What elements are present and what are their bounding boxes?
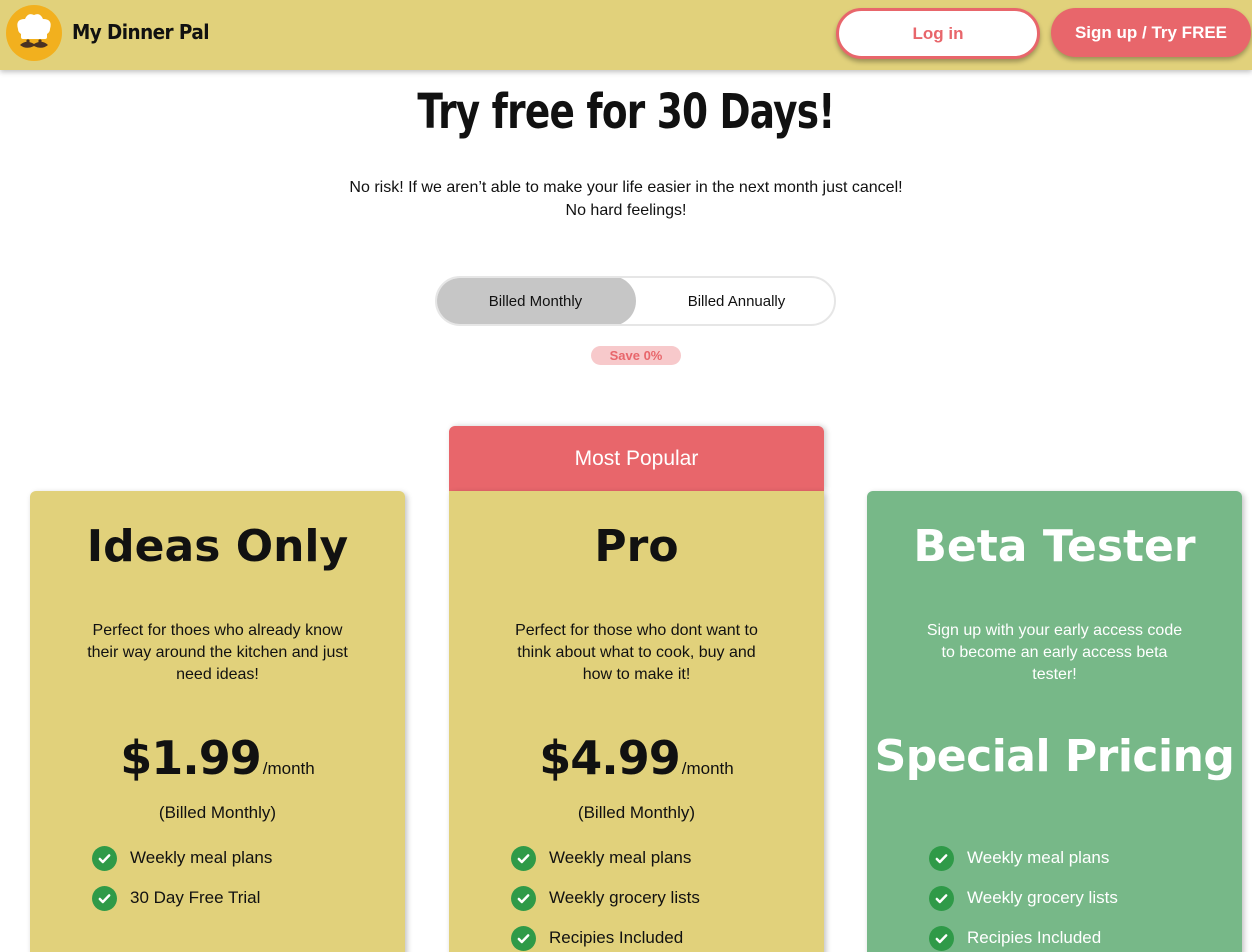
billing-toggle[interactable]: Billed Monthly Billed Annually <box>435 276 836 326</box>
hero-subtitle-line-1: No risk! If we aren’t able to make your … <box>349 179 903 196</box>
billed-monthly-option[interactable]: Billed Monthly <box>437 278 636 324</box>
chef-logo-icon[interactable] <box>6 5 62 61</box>
login-button[interactable]: Log in <box>836 8 1040 59</box>
plan-name: Beta Tester <box>913 521 1196 572</box>
feature-item: Weekly meal plans <box>511 838 700 878</box>
save-badge: Save 0% <box>591 346 681 365</box>
checkmark-icon <box>511 885 536 911</box>
checkmark-icon <box>511 925 536 951</box>
feature-list: Weekly meal plans 30 Day Free Trial <box>92 838 272 918</box>
feature-label: Weekly grocery lists <box>549 888 700 907</box>
checkmark-icon <box>92 845 117 871</box>
plan-price: $1.99 <box>120 731 262 785</box>
feature-label: Weekly meal plans <box>967 848 1110 867</box>
most-popular-banner: Most Popular <box>449 426 824 491</box>
plan-description: Perfect for thoes who already know their… <box>87 622 348 683</box>
billing-note: (Billed Monthly) <box>577 803 696 822</box>
feature-label: Recipies Included <box>967 928 1102 947</box>
feature-label: Weekly meal plans <box>549 848 692 867</box>
feature-item: Weekly meal plans <box>929 838 1118 878</box>
checkmark-icon <box>929 845 954 871</box>
plan-description: Perfect for those who dont want to think… <box>515 622 758 683</box>
feature-label: Weekly meal plans <box>130 848 273 867</box>
feature-label: Weekly grocery lists <box>967 888 1118 907</box>
hero-subtitle-line-2: No hard feelings! <box>565 202 687 219</box>
plan-card-ideas-only: Ideas Only Perfect for thoes who already… <box>30 491 405 952</box>
feature-list: Weekly meal plans Weekly grocery lists R… <box>929 838 1118 952</box>
top-nav: My Dinner Pal Log in Sign up / Try FREE <box>0 0 1252 70</box>
feature-item: Weekly meal plans <box>92 838 272 878</box>
brand-name[interactable]: My Dinner Pal <box>72 20 210 44</box>
price-period: /month <box>681 759 734 778</box>
billing-note: (Billed Monthly) <box>158 803 277 822</box>
feature-item: Weekly grocery lists <box>929 878 1118 918</box>
plan-name: Ideas Only <box>86 521 349 572</box>
feature-item: Recipies Included <box>511 918 700 952</box>
feature-item: Weekly grocery lists <box>511 878 700 918</box>
page-title: Try free for 30 Days! <box>417 84 835 140</box>
feature-label: Recipies Included <box>549 928 684 947</box>
feature-item: 30 Day Free Trial <box>92 878 272 918</box>
plan-name: Pro <box>594 521 679 572</box>
plan-description: Sign up with your early access code to b… <box>926 622 1183 683</box>
price-period: /month <box>262 759 315 778</box>
plan-card-beta-tester: Beta Tester Sign up with your early acce… <box>867 491 1242 952</box>
plan-price: $4.99 <box>539 731 681 785</box>
plan-price: Special Pricing <box>874 731 1235 782</box>
checkmark-icon <box>92 885 117 911</box>
feature-list: Weekly meal plans Weekly grocery lists R… <box>511 838 700 952</box>
signup-button[interactable]: Sign up / Try FREE <box>1051 8 1251 57</box>
feature-item: Recipies Included <box>929 918 1118 952</box>
plan-card-pro: Pro Perfect for those who dont want to t… <box>449 491 824 952</box>
checkmark-icon <box>929 885 954 911</box>
price-row: $4.99 /month <box>449 731 824 785</box>
hero-subtitle: No risk! If we aren’t able to make your … <box>0 176 1252 222</box>
checkmark-icon <box>929 925 954 951</box>
checkmark-icon <box>511 845 536 871</box>
billed-annually-option[interactable]: Billed Annually <box>636 278 834 324</box>
feature-label: 30 Day Free Trial <box>130 888 261 907</box>
price-row: $1.99 /month <box>30 731 405 785</box>
